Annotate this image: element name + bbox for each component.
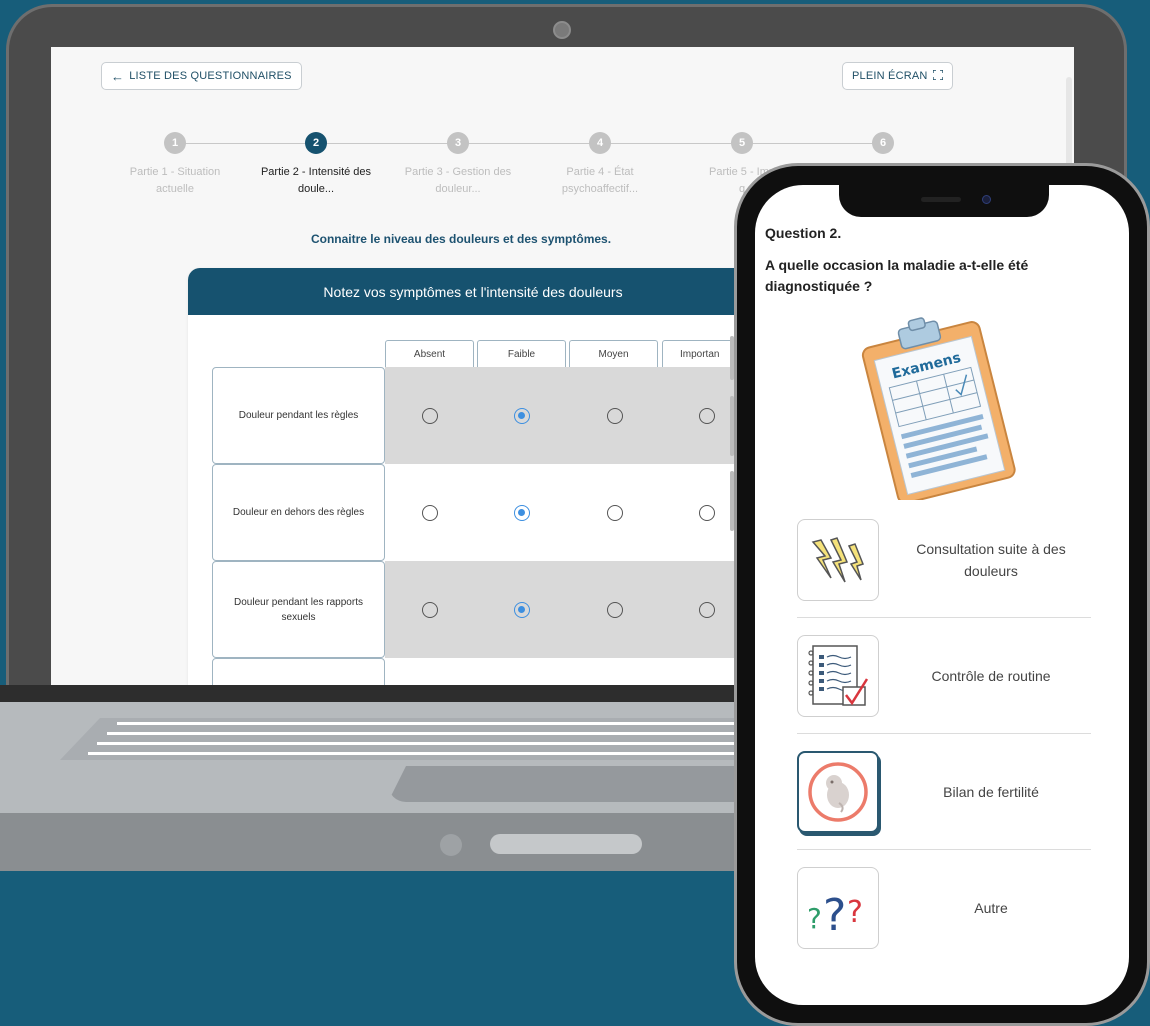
step-connector [468, 143, 600, 144]
radio-hors-regles-important[interactable] [699, 505, 715, 521]
phone-side-button [730, 336, 734, 380]
phone-side-button [730, 471, 734, 531]
laptop-camera [553, 21, 571, 39]
option-controle[interactable]: Contrôle de routine [797, 635, 1091, 745]
column-header-absent: Absent [385, 340, 474, 367]
step-2-circle[interactable]: 2 [305, 132, 327, 154]
keyboard-line [117, 722, 757, 725]
clipboard-illustration: Examens [855, 310, 1025, 504]
step-6-circle[interactable]: 6 [872, 132, 894, 154]
step-connector [184, 143, 316, 144]
lightning-icon[interactable] [797, 519, 879, 601]
step-5-circle[interactable]: 5 [731, 132, 753, 154]
step-connector [610, 143, 742, 144]
keyboard-line [97, 742, 757, 745]
option-controle-label: Contrôle de routine [931, 668, 1051, 684]
step-2-label-line1: Partie 2 - Intensité des [260, 166, 372, 178]
question-number: Question 2. [765, 225, 842, 241]
step-2-label-line2: doule... [297, 183, 335, 195]
row-label-douleur-hors-regles: Douleur en dehors des règles [212, 464, 385, 561]
keyboard-line [107, 732, 757, 735]
column-header-moyen: Moyen [569, 340, 658, 367]
option-autre[interactable]: ? ? ? Autre [797, 867, 1091, 977]
row-label-douleur-rapports: Douleur pendant les rapports sexuels [212, 561, 385, 658]
step-1-label[interactable]: Partie 1 - Situation actuelle [110, 164, 240, 198]
option-fertilite-label: Bilan de fertilité [943, 784, 1039, 800]
front-camera-icon [982, 195, 991, 204]
back-to-list-button[interactable]: ← LISTE DES QUESTIONNAIRES [101, 62, 302, 90]
option-consultation-label: Consultation suite à des douleurs [916, 541, 1066, 579]
option-divider [797, 617, 1091, 618]
option-consultation[interactable]: Consultation suite à des douleurs [797, 519, 1091, 629]
step-connector [752, 143, 884, 144]
step-3-label-line1: Partie 3 - Gestion des [404, 166, 512, 178]
embryo-icon[interactable] [797, 751, 879, 833]
phone-screen: Question 2. A quelle occasion la maladie… [755, 185, 1129, 1005]
radio-rapports-moyen[interactable] [607, 602, 623, 618]
option-autre-label: Autre [974, 900, 1008, 916]
radio-rapports-faible[interactable] [514, 602, 530, 618]
laptop-indicator [440, 834, 462, 856]
radio-hors-regles-moyen[interactable] [607, 505, 623, 521]
checklist-icon[interactable] [797, 635, 879, 717]
step-connector [326, 143, 458, 144]
column-header-important: Importan [662, 340, 737, 367]
option-fertilite[interactable]: Bilan de fertilité [797, 751, 1091, 861]
arrow-left-icon: ← [111, 68, 125, 84]
row-label-next [212, 658, 385, 685]
radio-regles-moyen[interactable] [607, 408, 623, 424]
svg-text:?: ? [823, 890, 846, 938]
svg-text:?: ? [847, 895, 863, 930]
step-4-label-line1: Partie 4 - État [566, 166, 634, 178]
step-4-label-line2: psychoaffectif... [561, 183, 639, 195]
option-divider [797, 733, 1091, 734]
phone-notch [839, 185, 1049, 217]
question-text: A quelle occasion la maladie a-t-elle ét… [765, 257, 1029, 294]
option-divider [797, 849, 1091, 850]
step-3-circle[interactable]: 3 [447, 132, 469, 154]
step-1-circle[interactable]: 1 [164, 132, 186, 154]
step-4-circle[interactable]: 4 [589, 132, 611, 154]
radio-regles-absent[interactable] [422, 408, 438, 424]
step-2-label[interactable]: Partie 2 - Intensité des doule... [251, 164, 381, 198]
radio-rapports-important[interactable] [699, 602, 715, 618]
table-row-bg [385, 464, 745, 561]
step-3-label-line2: douleur... [435, 183, 481, 195]
step-4-label[interactable]: Partie 4 - État psychoaffectif... [535, 164, 665, 198]
radio-regles-important[interactable] [699, 408, 715, 424]
table-row-bg [385, 367, 745, 464]
back-to-list-label: LISTE DES QUESTIONNAIRES [129, 70, 292, 82]
radio-rapports-absent[interactable] [422, 602, 438, 618]
step-1-label-line2: actuelle [156, 183, 194, 195]
laptop-slot [490, 834, 642, 854]
phone-frame: Question 2. A quelle occasion la maladie… [730, 163, 1150, 1026]
table-row-bg [385, 561, 745, 658]
fullscreen-button[interactable]: PLEIN ÉCRAN [842, 62, 953, 90]
radio-hors-regles-faible[interactable] [514, 505, 530, 521]
speaker-icon [921, 197, 961, 202]
card-title: Notez vos symptômes et l'intensité des d… [188, 268, 788, 315]
row-label-douleur-regles: Douleur pendant les règles [212, 367, 385, 464]
radio-hors-regles-absent[interactable] [422, 505, 438, 521]
step-3-label[interactable]: Partie 3 - Gestion des douleur... [393, 164, 523, 198]
column-header-faible: Faible [477, 340, 566, 367]
step-1-label-line1: Partie 1 - Situation [129, 166, 221, 178]
svg-text:?: ? [807, 902, 822, 935]
keyboard-line [88, 752, 758, 755]
fullscreen-icon [931, 68, 944, 83]
phone-side-button [730, 396, 734, 456]
question-marks-icon[interactable]: ? ? ? [797, 867, 879, 949]
radio-regles-faible[interactable] [514, 408, 530, 424]
fullscreen-label: PLEIN ÉCRAN [852, 70, 928, 82]
